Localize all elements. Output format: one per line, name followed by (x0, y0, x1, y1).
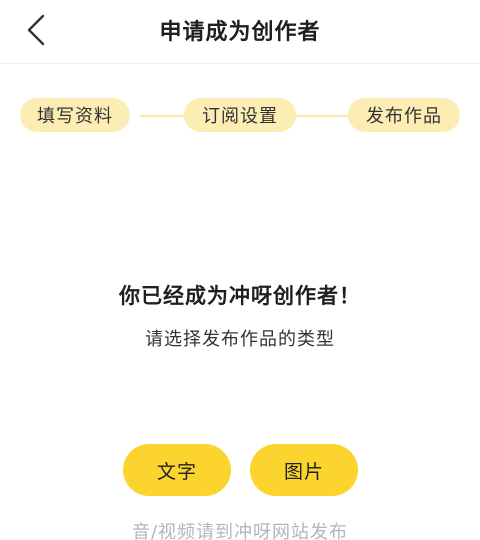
step-connector (290, 115, 350, 117)
step-connector (140, 115, 190, 117)
step-fill-info: 填写资料 (20, 98, 130, 132)
text-work-button[interactable]: 文字 (123, 444, 231, 496)
footer-note: 音/视频请到冲呀网站发布 (131, 522, 349, 540)
app-header: 申请成为创作者 (0, 0, 480, 64)
progress-steps: 填写资料 订阅设置 发布作品 (0, 96, 480, 136)
success-subtitle: 请选择发布作品的类型 (145, 329, 335, 350)
step-publish-works: 发布作品 (348, 98, 460, 132)
page-title: 申请成为创作者 (159, 20, 321, 45)
image-work-button[interactable]: 图片 (250, 444, 358, 496)
success-heading: 你已经成为冲呀创作者！ (119, 284, 361, 308)
step-subscription-settings: 订阅设置 (184, 98, 296, 132)
